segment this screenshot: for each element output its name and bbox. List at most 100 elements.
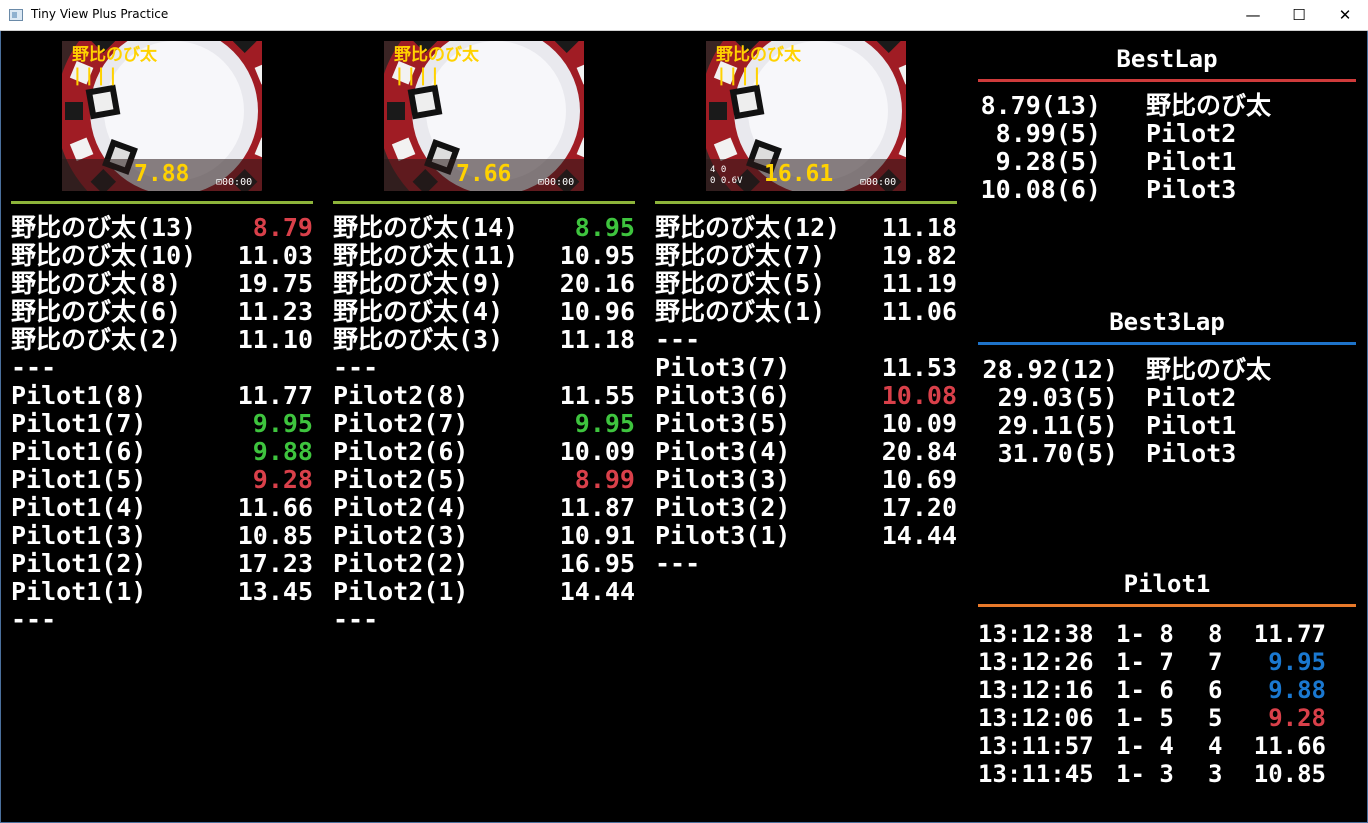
- bestlap-row: 9.28(5) Pilot1: [978, 148, 1356, 176]
- maximize-button[interactable]: ☐: [1276, 0, 1322, 30]
- lap-label: 野比のび太(13): [11, 213, 197, 242]
- lap-time: 9.95: [574, 409, 635, 438]
- lap-label: Pilot2(7): [333, 409, 469, 438]
- lap-time: 20.16: [559, 269, 635, 298]
- lap-label: 野比のび太(8): [11, 269, 182, 298]
- history-heat: 1- 6: [1116, 676, 1174, 704]
- lap-label: Pilot3(4): [655, 437, 791, 466]
- camera-osd-voltage: 4 0 0 0.6V: [710, 165, 743, 186]
- lap-label: Pilot2(1): [333, 577, 469, 606]
- lap-time: 8.79: [252, 213, 313, 242]
- lap-time: 10.96: [559, 297, 635, 326]
- lap-time: 10.08: [881, 381, 957, 410]
- lap-label: Pilot3(5): [655, 409, 791, 438]
- lap-row: Pilot3(5) 10.09: [655, 410, 957, 438]
- camera-pilot-name: 野比のび太: [394, 45, 479, 65]
- lap-time: 17.23: [237, 549, 313, 578]
- lap-label: 野比のび太(12): [655, 213, 841, 242]
- minimize-button[interactable]: —: [1230, 0, 1276, 30]
- close-button[interactable]: ✕: [1322, 0, 1368, 30]
- history-lap-time: 11.66: [1253, 732, 1326, 760]
- lap-row: 野比のび太(1) 11.06: [655, 298, 957, 326]
- history-timestamp: 13:11:57: [978, 732, 1094, 760]
- history-timestamp: 13:12:06: [978, 704, 1094, 732]
- lap-time: 17.20: [881, 493, 957, 522]
- lap-label: Pilot2(5): [333, 465, 469, 494]
- lap-time: 10.09: [559, 437, 635, 466]
- history-lap-number: 3: [1208, 760, 1223, 788]
- bestlap-rule: [978, 79, 1356, 82]
- bestlap-value: 9.28(5): [995, 147, 1101, 176]
- best3lap-row: 31.70(5) Pilot3: [978, 440, 1356, 468]
- column-2-separator: [333, 201, 635, 204]
- best3lap-value: 28.92(12): [982, 355, 1118, 384]
- pilot-panel-rule: [978, 604, 1356, 607]
- lap-row: 野比のび太(7) 19.82: [655, 242, 957, 270]
- lap-time: 11.53: [881, 353, 957, 382]
- lap-label: 野比のび太(5): [655, 269, 826, 298]
- history-heat: 1- 4: [1116, 732, 1174, 760]
- lap-row: 野比のび太(12) 11.18: [655, 214, 957, 242]
- camera-feed-1: 野比のび太 |||| 7.88 ⊡00:00: [62, 41, 262, 191]
- lap-label: 野比のび太(11): [333, 241, 519, 270]
- lap-row: ---: [655, 326, 957, 354]
- lap-row: 野比のび太(3) 11.18: [333, 326, 635, 354]
- lap-label: 野比のび太(4): [333, 297, 504, 326]
- history-heat: 1- 3: [1116, 760, 1174, 788]
- best3lap-pilot-name: 野比のび太: [1146, 355, 1272, 384]
- lap-label: Pilot2(2): [333, 549, 469, 578]
- lap-row: Pilot2(5) 8.99: [333, 466, 635, 494]
- camera-signal-bars: ||||: [394, 65, 442, 86]
- lap-row: Pilot2(4) 11.87: [333, 494, 635, 522]
- camera-lap-time: 7.66: [456, 161, 512, 187]
- lap-time: 8.95: [574, 213, 635, 242]
- lap-row: ---: [655, 550, 957, 578]
- lap-label: Pilot2(3): [333, 521, 469, 550]
- lap-label: Pilot3(1): [655, 521, 791, 550]
- best3lap-row: 28.92(12) 野比のび太: [978, 356, 1356, 384]
- camera-feed-3: 野比のび太 |||| 16.61 ⊡00:00 4 0 0 0.6V: [706, 41, 906, 191]
- lap-row: 野比のび太(6) 11.23: [11, 298, 313, 326]
- best3lap-value: 29.11(5): [997, 411, 1118, 440]
- lap-time: 10.95: [559, 241, 635, 270]
- lap-row: 野比のび太(14) 8.95: [333, 214, 635, 242]
- lap-time: 16.95: [559, 549, 635, 578]
- history-lap-number: 7: [1208, 648, 1223, 676]
- lap-row: 野比のび太(5) 11.19: [655, 270, 957, 298]
- best3lap-title: Best3Lap: [1109, 308, 1225, 336]
- camera-osd-timer: ⊡00:00: [860, 177, 897, 188]
- lap-row: Pilot3(1) 14.44: [655, 522, 957, 550]
- history-lap-number: 4: [1208, 732, 1223, 760]
- lap-row: ---: [11, 606, 313, 634]
- lap-time: 10.91: [559, 521, 635, 550]
- lap-time: 13.45: [237, 577, 313, 606]
- lap-row: Pilot1(6) 9.88: [11, 438, 313, 466]
- camera-pilot-name: 野比のび太: [716, 45, 801, 65]
- lap-label: Pilot3(7): [655, 353, 791, 382]
- lap-label: 野比のび太(14): [333, 213, 519, 242]
- lap-time: 10.85: [237, 521, 313, 550]
- lap-row: Pilot1(7) 9.95: [11, 410, 313, 438]
- lap-label: ---: [11, 605, 57, 634]
- bestlap-pilot-name: Pilot3: [1146, 175, 1237, 204]
- lap-row: ---: [333, 354, 635, 382]
- lap-time: 10.09: [881, 409, 957, 438]
- lap-time: 8.99: [574, 465, 635, 494]
- lap-label: Pilot3(6): [655, 381, 791, 410]
- lap-label: Pilot3(2): [655, 493, 791, 522]
- lap-row: Pilot1(1) 13.45: [11, 578, 313, 606]
- history-lap-time: 11.77: [1253, 620, 1326, 648]
- lap-row: Pilot2(6) 10.09: [333, 438, 635, 466]
- camera-signal-bars: ||||: [716, 65, 764, 86]
- lap-label: ---: [655, 325, 701, 354]
- lap-label: Pilot2(6): [333, 437, 469, 466]
- best3lap-row: 29.03(5) Pilot2: [978, 384, 1356, 412]
- lap-list-3: 野比のび太(12) 11.18 野比のび太(7) 19.82 野比のび太(5) 11.19…: [655, 214, 957, 578]
- lap-time: 20.84: [881, 437, 957, 466]
- history-lap-time: 9.88: [1268, 676, 1326, 704]
- lap-label: Pilot3(3): [655, 465, 791, 494]
- camera-osd-timer: ⊡00:00: [216, 177, 253, 188]
- lap-time: 11.23: [237, 297, 313, 326]
- lap-time: 10.69: [881, 465, 957, 494]
- lap-row: Pilot1(5) 9.28: [11, 466, 313, 494]
